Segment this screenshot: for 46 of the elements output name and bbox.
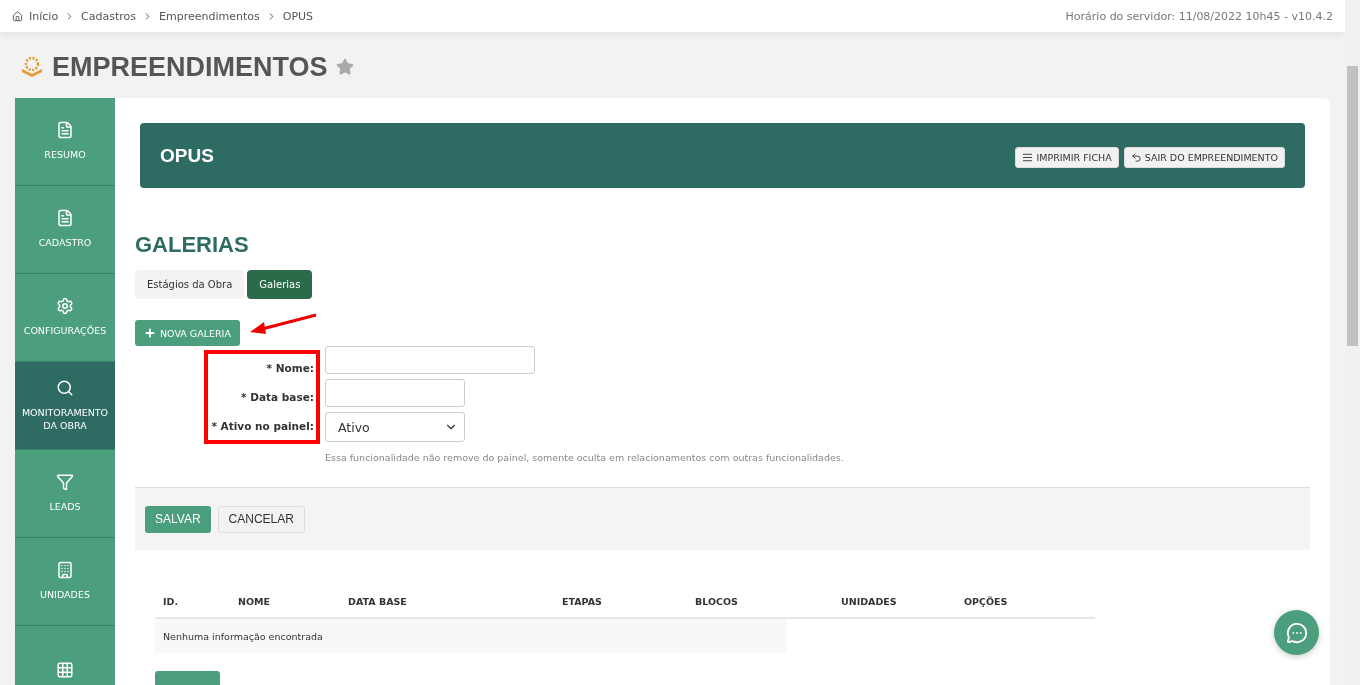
help-text: Essa funcionalidade não remove do painel, somente oculta em relacionamentos com outras funcionalidades. [325,452,845,463]
building-gear-icon [20,55,44,79]
column-header: NOME [238,595,271,607]
tab[interactable]: Galerias [247,270,313,299]
field-label: * Ativo no painel: [210,419,315,432]
sidebar-item-icon [56,660,74,679]
input-field[interactable] [325,346,535,374]
favorite-star-icon[interactable] [335,58,354,76]
project-title: OPUS [160,144,214,167]
action-button[interactable]: CANCELAR [217,505,305,533]
select-field[interactable]: Ativo [325,412,465,442]
breadcrumb-link[interactable]: Início [29,9,59,23]
field-label: * Nome: [265,362,315,375]
sidebar-item-icon [56,561,74,580]
return-arrow-icon [1130,152,1142,163]
breadcrumb-link[interactable]: Empreendimentos [159,9,260,23]
column-header: BLOCOS [695,595,739,607]
menu-icon [1022,152,1034,163]
input-field[interactable] [325,379,465,407]
page-title: EMPREENDIMENTOS [52,51,328,83]
column-header: ID. [163,595,180,607]
tab[interactable]: Estágios da Obra [135,270,245,299]
partial-button[interactable] [155,671,220,685]
section-title: GALERIAS [135,232,250,258]
pointer-arrow [250,313,317,334]
server-time: Horário do servidor: 11/08/2022 10h45 - v10.4.2 [1065,9,1333,23]
column-header: ETAPAS [562,595,603,607]
sidebar-item-icon [56,209,74,228]
plus-icon [144,327,156,339]
sidebar-item-icon [56,297,74,316]
column-header: UNIDADES [841,595,898,607]
scrollbar-thumb[interactable] [1347,66,1358,346]
column-header: OPÇÕES [964,595,1009,607]
header-button[interactable]: SAIR DO EMPREENDIMENTO [1123,147,1285,168]
header-button[interactable]: IMPRIMIR FICHA [1015,147,1119,168]
empty-message: Nenhuma informação encontrada [163,630,323,642]
sidebar-item[interactable]: MONITORAMENTO DA OBRA [15,362,115,450]
sidebar-item-icon [56,121,74,140]
breadcrumb-link[interactable]: Cadastros [81,9,137,23]
field-label: * Data base: [240,391,315,403]
sidebar-item-icon [56,378,74,397]
column-header: DATA BASE [348,595,408,607]
home-icon [12,10,23,22]
chat-icon [1285,621,1308,644]
breadcrumb-link[interactable]: OPUS [282,9,314,23]
sidebar-item-icon [56,473,74,492]
